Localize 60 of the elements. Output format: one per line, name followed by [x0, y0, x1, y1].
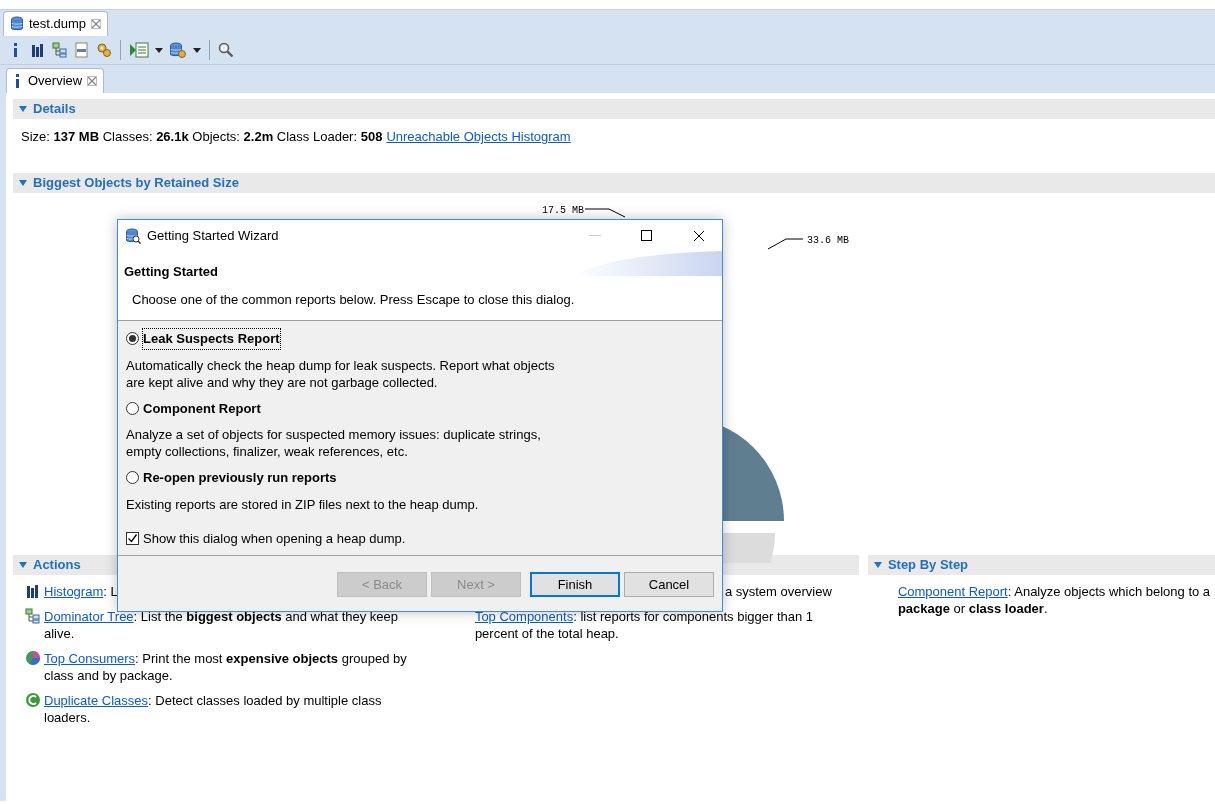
- option-description: Existing reports are stored in ZIP files next to the heap dump.: [126, 495, 480, 513]
- item-description: Histogram: L: [44, 583, 118, 600]
- report-link[interactable]: Dominator Tree: [44, 609, 134, 624]
- close-icon: [693, 229, 705, 242]
- expand-arrow-icon[interactable]: [19, 562, 27, 568]
- report-option[interactable]: Leak Suspects Report: [126, 329, 714, 349]
- expand-arrow-icon[interactable]: [873, 562, 882, 568]
- item-description: Top Consumers: Print the most expensive objects grouped by class and by package.: [44, 650, 408, 684]
- report-option[interactable]: Component Report: [126, 398, 714, 418]
- close-icon[interactable]: [87, 76, 98, 86]
- item-description: Top Components: list reports for components bigger than 1 percent of the total heap.: [474, 608, 815, 642]
- dropdown-caret-icon[interactable]: [155, 47, 163, 53]
- radio-button[interactable]: [126, 332, 139, 346]
- dialog-title: Getting Started Wizard: [147, 226, 280, 245]
- close-icon[interactable]: [91, 19, 102, 29]
- radio-button[interactable]: [126, 471, 139, 485]
- option-description: Automatically check the heap dump for leak suspects. Report what objects are kept alive and why they are not garbage collected.: [126, 356, 556, 391]
- run-list-icon[interactable]: [129, 42, 149, 58]
- dialog-description: Choose one of the common reports below. Press Escape to close this dialog.: [131, 290, 576, 309]
- radio-button[interactable]: [126, 401, 139, 415]
- section-header[interactable]: Step By Step: [867, 555, 1215, 575]
- leader-line: [767, 238, 804, 250]
- pie-label: 17.5 MB: [542, 205, 584, 216]
- database-icon: [10, 16, 24, 32]
- item-description: Component Report: Analyze objects which belong to a package or class loader.: [897, 583, 1212, 617]
- overview-tab[interactable]: Overview: [6, 68, 105, 93]
- dropdown-caret-icon[interactable]: [193, 47, 201, 53]
- gears-icon[interactable]: [96, 42, 112, 58]
- bar-chart-icon[interactable]: [30, 42, 46, 58]
- minimize-icon: [589, 234, 601, 237]
- dialog-heading: Getting Started: [124, 263, 219, 281]
- tree-icon: [25, 608, 41, 624]
- section-header[interactable]: Details: [13, 99, 1215, 119]
- database-search-icon: [125, 227, 141, 244]
- editor-tab[interactable]: test.dump: [3, 11, 109, 36]
- pie-icon: [25, 650, 41, 666]
- wizard-button[interactable]: Finish: [530, 572, 620, 597]
- details-text: Size: 137 MB Classes: 26.1k Objects: 2.2m Class Loader: 508: [21, 128, 383, 146]
- maximize-icon: [641, 229, 653, 242]
- section-header[interactable]: Biggest Objects by Retained Size: [13, 173, 1215, 193]
- bar-chart-icon: [25, 583, 41, 599]
- option-description: Analyze a set of objects for suspected memory issues: duplicate strings, empty collections, finalizer, weak references, etc.: [126, 426, 542, 460]
- report-option[interactable]: Re-open previously run reports: [126, 468, 714, 488]
- document-icon[interactable]: [74, 42, 90, 58]
- class-icon: [25, 692, 41, 708]
- pie-label: 33.6 MB: [807, 235, 849, 246]
- checkbox[interactable]: [126, 531, 139, 545]
- item-description: Duplicate Classes: Detect classes loaded by multiple class loaders.: [44, 692, 383, 726]
- report-link[interactable]: Component Report: [897, 584, 1008, 599]
- item-description: a system overview: [724, 583, 832, 600]
- expand-arrow-icon[interactable]: [19, 106, 27, 112]
- database-gear-icon[interactable]: [169, 42, 187, 58]
- item-description: Dominator Tree: List the biggest objects and what they keep alive.: [44, 608, 400, 642]
- leader-line: [584, 208, 626, 218]
- tree-icon[interactable]: [52, 42, 68, 58]
- search-icon[interactable]: [218, 42, 234, 58]
- wizard-button[interactable]: Cancel: [624, 572, 714, 597]
- expand-arrow-icon[interactable]: [19, 180, 27, 186]
- show-dialog-checkbox[interactable]: Show this dialog when opening a heap dump.: [126, 528, 714, 548]
- unreachable-histogram-link[interactable]: Unreachable Objects Histogram: [386, 127, 571, 165]
